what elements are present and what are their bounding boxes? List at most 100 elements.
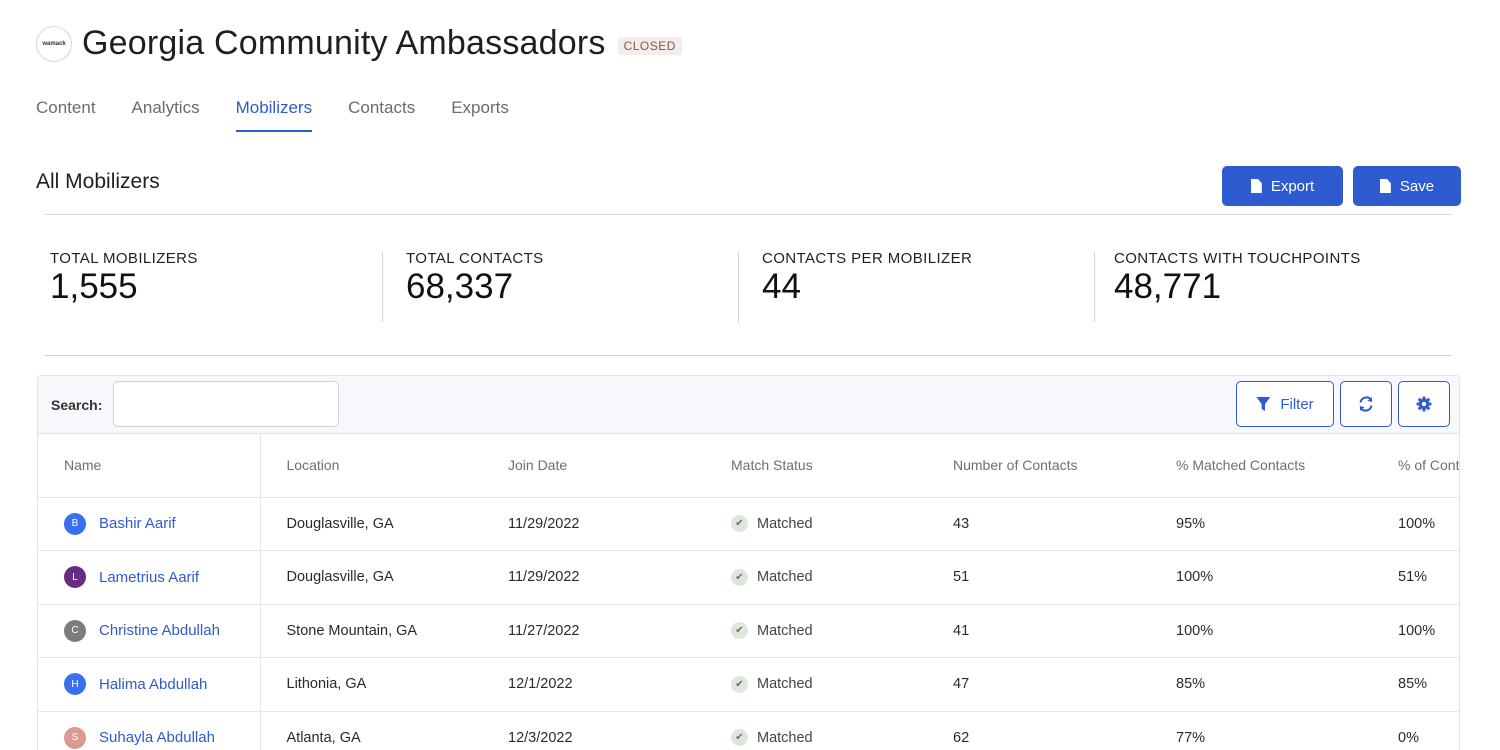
match-status-label: Matched xyxy=(757,515,813,532)
name-cell: B Bashir Aarif xyxy=(64,512,260,535)
column-header-match-status[interactable]: Match Status xyxy=(705,434,927,498)
stat-label: CONTACTS WITH TOUCHPOINTS xyxy=(1114,250,1361,267)
name-cell: S Suhayla Abdullah xyxy=(64,726,260,749)
mobilizer-name-link[interactable]: Bashir Aarif xyxy=(99,515,176,532)
cell-number-of-contacts: 41 xyxy=(927,604,1150,658)
search-input[interactable] xyxy=(113,381,339,427)
export-button-label: Export xyxy=(1270,177,1315,195)
section-title: All Mobilizers xyxy=(36,170,160,193)
tab-exports[interactable]: Exports xyxy=(451,98,509,132)
filter-icon xyxy=(1256,397,1271,411)
divider xyxy=(45,355,1451,356)
avatar: C xyxy=(64,619,86,642)
document-icon xyxy=(1379,179,1391,193)
cell-questioned-pct: 0% xyxy=(1372,711,1459,750)
cell-questioned-pct: 100% xyxy=(1372,604,1459,658)
stat-value: 44 xyxy=(762,267,801,306)
cell-questioned-pct: 85% xyxy=(1372,657,1459,712)
match-status-label: Matched xyxy=(757,569,813,586)
column-header-location[interactable]: Location xyxy=(260,434,482,498)
stats-summary: TOTAL MOBILIZERS 1,555 TOTAL CONTACTS 68… xyxy=(0,250,1500,322)
status-badge: CLOSED xyxy=(617,36,682,55)
check-circle-icon: ✔ xyxy=(731,568,748,586)
avatar: S xyxy=(64,726,86,749)
tab-analytics[interactable]: Analytics xyxy=(132,98,200,132)
settings-button[interactable] xyxy=(1398,381,1450,427)
match-status-label: Matched xyxy=(757,729,813,746)
refresh-icon xyxy=(1359,396,1373,412)
cell-name: S Suhayla Abdullah xyxy=(38,711,261,750)
export-button[interactable]: Export xyxy=(1222,166,1343,206)
cell-name: L Lametrius Aarif xyxy=(38,550,261,605)
stat-divider xyxy=(1094,252,1095,322)
org-logo: wamack xyxy=(36,25,72,62)
cell-name: C Christine Abdullah xyxy=(38,604,261,658)
cell-join-date: 12/3/2022 xyxy=(482,711,705,750)
name-cell: L Lametrius Aarif xyxy=(64,566,260,589)
cell-number-of-contacts: 43 xyxy=(927,497,1150,551)
tab-content[interactable]: Content xyxy=(36,98,96,132)
column-header-join-date[interactable]: Join Date xyxy=(482,434,705,498)
mobilizer-name-link[interactable]: Halima Abdullah xyxy=(99,676,207,693)
cell-join-date: 11/29/2022 xyxy=(482,497,705,551)
name-cell: H Halima Abdullah xyxy=(64,673,260,696)
table-row: S Suhayla Abdullah Atlanta, GA 12/3/2022… xyxy=(38,711,1459,750)
cell-match-status: ✔ Matched xyxy=(705,497,927,551)
column-header-matched-contacts[interactable]: % Matched Contacts xyxy=(1150,434,1372,498)
document-icon xyxy=(1250,179,1262,193)
stat-divider xyxy=(738,252,739,322)
table-header-row: Name Location Join Date Match Status Num… xyxy=(38,434,1459,498)
tab-contacts[interactable]: Contacts xyxy=(348,98,415,132)
tab-mobilizers[interactable]: Mobilizers xyxy=(235,98,313,132)
cell-match-status: ✔ Matched xyxy=(705,550,927,605)
cell-matched-pct: 100% xyxy=(1150,604,1372,658)
stat-label: TOTAL MOBILIZERS xyxy=(50,250,198,267)
search-label: Search: xyxy=(51,397,103,413)
column-header-name[interactable]: Name xyxy=(38,434,261,498)
match-status: ✔ Matched xyxy=(731,622,927,640)
column-header-number-of-contacts[interactable]: Number of Contacts xyxy=(927,434,1150,498)
cell-join-date: 11/29/2022 xyxy=(482,550,705,605)
mobilizers-table-panel: Search: Filter Name Location Join Date M… xyxy=(37,375,1460,750)
mobilizer-name-link[interactable]: Christine Abdullah xyxy=(99,622,220,639)
page-header: wamack Georgia Community Ambassadors CLO… xyxy=(36,24,682,63)
stat-total-contacts: TOTAL CONTACTS 68,337 xyxy=(406,250,544,307)
check-circle-icon: ✔ xyxy=(731,515,748,533)
mobilizer-name-link[interactable]: Suhayla Abdullah xyxy=(99,729,215,746)
match-status-label: Matched xyxy=(757,622,813,639)
stat-contacts-with-touchpoints: CONTACTS WITH TOUCHPOINTS 48,771 xyxy=(1114,250,1361,307)
table-row: L Lametrius Aarif Douglasville, GA 11/29… xyxy=(38,550,1459,605)
stat-label: CONTACTS PER MOBILIZER xyxy=(762,250,973,267)
cell-match-status: ✔ Matched xyxy=(705,604,927,658)
stat-value: 68,337 xyxy=(406,267,514,306)
avatar: L xyxy=(64,566,86,589)
cell-matched-pct: 77% xyxy=(1150,711,1372,750)
cell-location: Douglasville, GA xyxy=(260,550,482,605)
check-circle-icon: ✔ xyxy=(731,622,748,640)
stat-value: 48,771 xyxy=(1114,267,1222,306)
cell-matched-pct: 95% xyxy=(1150,497,1372,551)
match-status: ✔ Matched xyxy=(731,568,927,586)
stat-value: 1,555 xyxy=(50,267,138,306)
cell-match-status: ✔ Matched xyxy=(705,711,927,750)
table-row: B Bashir Aarif Douglasville, GA 11/29/20… xyxy=(38,497,1459,551)
cell-questioned-pct: 100% xyxy=(1372,497,1459,551)
table-row: H Halima Abdullah Lithonia, GA 12/1/2022… xyxy=(38,657,1459,712)
tab-bar: Content Analytics Mobilizers Contacts Ex… xyxy=(36,98,545,132)
column-header-questioned-contacts[interactable]: % of Contacts Questioned xyxy=(1372,434,1459,498)
cell-name: B Bashir Aarif xyxy=(38,497,261,551)
stat-label: TOTAL CONTACTS xyxy=(406,250,544,267)
cell-join-date: 11/27/2022 xyxy=(482,604,705,658)
mobilizer-name-link[interactable]: Lametrius Aarif xyxy=(99,569,199,586)
filter-button[interactable]: Filter xyxy=(1236,381,1334,427)
match-status-label: Matched xyxy=(757,676,813,693)
stat-total-mobilizers: TOTAL MOBILIZERS 1,555 xyxy=(50,250,198,307)
table-toolbar: Search: Filter xyxy=(38,376,1459,434)
cell-matched-pct: 100% xyxy=(1150,550,1372,605)
cell-number-of-contacts: 47 xyxy=(927,657,1150,712)
avatar: B xyxy=(64,512,86,535)
save-button[interactable]: Save xyxy=(1353,166,1461,206)
refresh-button[interactable] xyxy=(1340,381,1392,427)
name-cell: C Christine Abdullah xyxy=(64,619,260,642)
match-status: ✔ Matched xyxy=(731,675,927,693)
